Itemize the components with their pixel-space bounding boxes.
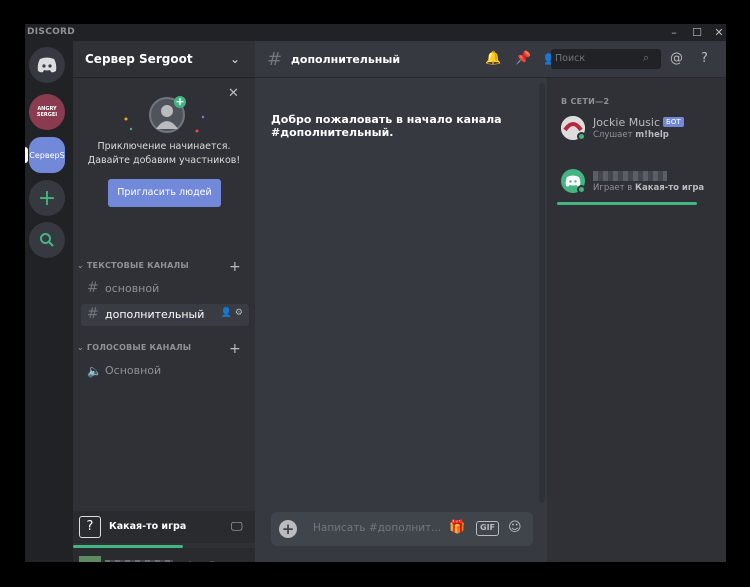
username-blurred bbox=[105, 560, 173, 562]
invite-line-1: Приключение начинается. bbox=[97, 141, 231, 152]
channel-item-main[interactable]: # основной bbox=[81, 278, 249, 300]
create-voice-channel-button[interactable]: + bbox=[229, 342, 241, 356]
channel-welcome: Добро пожаловать в начало канала #дополн… bbox=[271, 113, 511, 139]
online-status-dot bbox=[577, 185, 586, 194]
server-header[interactable]: Сервер Sergoot ⌄ bbox=[73, 41, 255, 78]
welcome-channel: #дополнительный bbox=[271, 126, 390, 139]
microphone-icon[interactable]: 🎙 bbox=[183, 561, 198, 562]
member-status: Играет в Какая-то игра bbox=[593, 183, 705, 193]
gear-icon[interactable]: ⚙ bbox=[235, 308, 243, 318]
channel-label: дополнительный bbox=[105, 308, 205, 321]
search-placeholder: Поиск bbox=[555, 53, 586, 64]
online-status-dot bbox=[577, 132, 586, 141]
highlight-underline bbox=[557, 202, 697, 205]
headphones-icon[interactable]: 🎧 bbox=[205, 561, 220, 562]
scrollbar[interactable] bbox=[539, 83, 545, 503]
bell-icon[interactable]: 🔔 bbox=[485, 51, 501, 66]
discord-logo-icon bbox=[37, 57, 57, 73]
category-label: ТЕКСТОВЫЕ КАНАЛЫ bbox=[86, 261, 189, 270]
member-status: Слушает m!help bbox=[593, 130, 669, 140]
close-icon[interactable]: ✕ bbox=[228, 86, 239, 101]
chevron-down-icon: ⌄ bbox=[77, 343, 87, 352]
add-member-plus-icon: + bbox=[174, 95, 186, 108]
category-label: ГОЛОСОВЫЕ КАНАЛЫ bbox=[86, 343, 192, 352]
attach-plus-icon[interactable]: + bbox=[279, 520, 297, 538]
pin-icon[interactable]: 📌 bbox=[515, 51, 531, 66]
chevron-down-icon: ⌄ bbox=[230, 52, 241, 66]
explore-servers-button[interactable] bbox=[29, 222, 65, 258]
minimize-button[interactable]: – bbox=[663, 24, 685, 41]
hash-icon: # bbox=[87, 306, 99, 322]
channel-sidebar: Сервер Sergoot ⌄ ✕ + Приключение начинае… bbox=[73, 41, 255, 562]
app-brand: DISCORD bbox=[27, 27, 76, 37]
selected-server-indicator bbox=[25, 147, 28, 163]
welcome-line-1: Добро пожаловать в начало канала bbox=[271, 113, 502, 126]
unknown-game-icon: ? bbox=[79, 516, 101, 538]
hash-icon: # bbox=[87, 280, 99, 296]
channel-title: дополнительный bbox=[291, 53, 401, 66]
bot-badge: БОТ bbox=[663, 117, 684, 127]
invite-line-2: Давайте добавим участников! bbox=[87, 155, 241, 166]
invite-message: Приключение начинается. Давайте добавим … bbox=[73, 140, 255, 168]
member-item[interactable]: Jockie Music БОТ Слушает m!help bbox=[561, 116, 721, 144]
gear-icon[interactable]: ⚙ bbox=[229, 561, 240, 562]
member-name-blurred bbox=[593, 171, 667, 181]
welcome-period: . bbox=[389, 126, 394, 139]
title-bar: DISCORD – ☐ ✕ bbox=[25, 24, 726, 41]
game-name: Какая-то игра bbox=[109, 521, 187, 532]
maximize-button[interactable]: ☐ bbox=[686, 24, 708, 41]
server-rail: ANGRY SERGEI СерверS + bbox=[25, 41, 73, 562]
close-window-button[interactable]: ✕ bbox=[708, 24, 726, 41]
home-button[interactable] bbox=[29, 47, 65, 83]
chevron-down-icon: ⌄ bbox=[77, 261, 87, 270]
invite-people-button[interactable]: Пригласить людей bbox=[108, 179, 221, 207]
speaker-icon: 🔈 bbox=[87, 364, 102, 378]
gif-button[interactable]: GIF bbox=[476, 521, 500, 536]
add-server-button[interactable]: + bbox=[29, 180, 65, 216]
server-current[interactable]: СерверS bbox=[29, 137, 65, 173]
server-avatar[interactable]: ANGRY SERGEI bbox=[29, 94, 65, 130]
emoji-icon[interactable]: ☺ bbox=[508, 520, 522, 535]
avatar[interactable] bbox=[79, 556, 101, 562]
game-activity-panel: ? Какая-то игра 🖵 bbox=[73, 511, 255, 543]
create-text-channel-button[interactable]: + bbox=[229, 260, 241, 274]
user-panel: 🎙 🎧 ⚙ bbox=[73, 548, 255, 562]
help-icon[interactable]: ? bbox=[701, 51, 708, 66]
category-text-channels[interactable]: ⌄ ТЕКСТОВЫЕ КАНАЛЫ bbox=[77, 261, 189, 273]
server-current-label: СерверS bbox=[29, 150, 65, 160]
hash-icon: # bbox=[267, 49, 283, 70]
online-category: В СЕТИ—2 bbox=[561, 97, 610, 106]
member-name: Jockie Music БОТ bbox=[593, 116, 684, 129]
search-icon: ⌕ bbox=[643, 51, 650, 64]
message-composer[interactable]: + Написать #дополнит... 🎁 GIF ☺ bbox=[271, 512, 533, 546]
screen-share-icon[interactable]: 🖵 bbox=[231, 519, 243, 534]
server-name: Сервер Sergoot bbox=[85, 52, 193, 66]
channel-label: основной bbox=[105, 282, 160, 295]
server-avatar-label: ANGRY SERGEI bbox=[36, 106, 58, 118]
search-icon bbox=[40, 233, 54, 247]
message-input-placeholder: Написать #дополнит... bbox=[313, 522, 442, 534]
discord-window: DISCORD – ☐ ✕ ANGRY SERGEI СерверS + Сер… bbox=[25, 24, 726, 562]
mention-icon[interactable]: @ bbox=[670, 51, 683, 66]
member-item[interactable]: Играет в Какая-то игра bbox=[561, 169, 721, 197]
search-input[interactable]: Поиск ⌕ bbox=[551, 49, 661, 69]
gift-icon[interactable]: 🎁 bbox=[449, 520, 465, 535]
category-voice-channels[interactable]: ⌄ ГОЛОСОВЫЕ КАНАЛЫ bbox=[77, 343, 191, 355]
channel-main: # дополнительный 🔔 📌 👥 Поиск ⌕ @ ? Добро… bbox=[255, 41, 726, 562]
member-list: В СЕТИ—2 Jockie Music БОТ Слушает m!help … bbox=[547, 78, 726, 562]
channel-header: # дополнительный 🔔 📌 👥 Поиск ⌕ @ ? bbox=[255, 41, 726, 78]
channel-item-voice-main[interactable]: 🔈 Основной bbox=[81, 360, 249, 382]
channel-label: Основной bbox=[105, 364, 162, 377]
plus-icon: + bbox=[37, 185, 57, 211]
invite-user-icon[interactable]: 👤 bbox=[221, 308, 232, 318]
channel-item-extra[interactable]: # дополнительный 👤 ⚙ bbox=[81, 304, 249, 326]
